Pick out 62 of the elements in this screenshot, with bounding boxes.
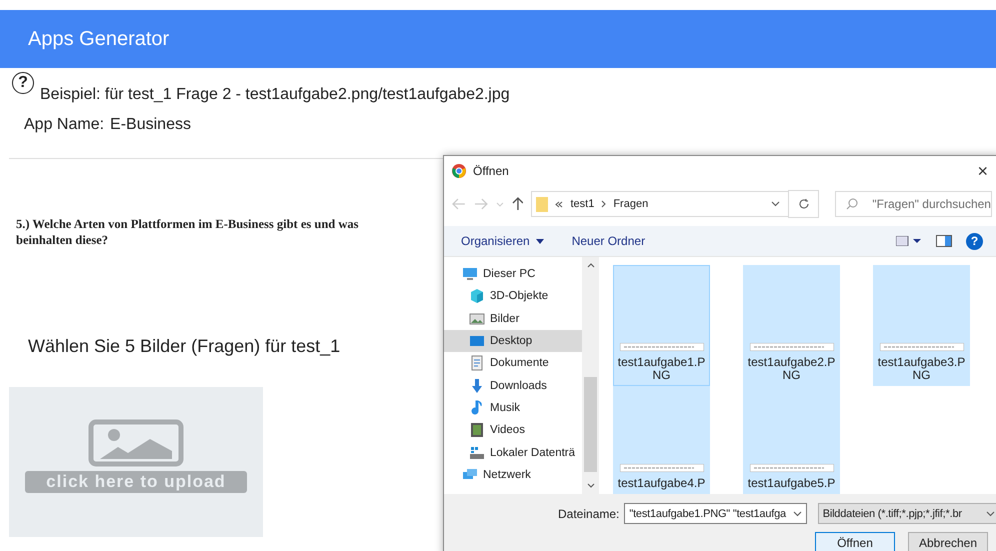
search-icon: [846, 198, 858, 210]
app-title: Apps Generator: [28, 28, 170, 50]
image-icon: [88, 419, 184, 468]
file-item[interactable]: test1aufgabe2.PNG: [743, 265, 840, 386]
chevron-icon: [792, 510, 802, 516]
dialog-button[interactable]: Abbrechen: [908, 532, 988, 551]
view-options-icon[interactable]: [896, 236, 922, 246]
nav-item[interactable]: Dokumente: [444, 352, 582, 374]
file-item[interactable]: test1aufgabe3.PNG: [873, 265, 970, 386]
toolbar-button[interactable]: Organisieren: [461, 234, 544, 248]
breadcrumb-item[interactable]: test1: [570, 198, 594, 210]
close-button[interactable]: ×: [977, 160, 988, 182]
nav-item[interactable]: Dieser PC: [444, 263, 582, 286]
folder-icon: [536, 196, 548, 212]
up-arrow-icon[interactable]: [512, 197, 524, 211]
help-icon[interactable]: ?: [12, 72, 34, 94]
nav-item[interactable]: Videos: [444, 419, 582, 442]
nav-item[interactable]: 3D-Objekte: [444, 285, 582, 308]
toolbar-button[interactable]: Neuer Ordner: [572, 234, 646, 248]
dialog-button[interactable]: Öffnen: [815, 532, 895, 551]
browser-logo-icon: [452, 164, 466, 178]
caret-icon: [536, 238, 544, 244]
double-chevron-icon: [555, 200, 564, 208]
nav-item[interactable]: Netzwerk: [444, 464, 582, 486]
scroll-down-icon[interactable]: [586, 483, 594, 488]
nav-item[interactable]: Desktop: [444, 330, 582, 352]
nav-item[interactable]: Lokaler Datenträ: [444, 441, 582, 464]
document-icon: [469, 355, 485, 372]
dialog-title: Öffnen: [473, 164, 510, 178]
file-item[interactable]: test1aufgabe4.P: [613, 386, 710, 494]
example-text: Beispiel: für test_1 Frage 2 - test1aufgabe2.png/test1aufgabe2.jpg: [40, 86, 510, 104]
computer-icon: [462, 266, 478, 282]
chevron-icon: [770, 201, 780, 207]
app-name-value: E-Business: [110, 116, 191, 135]
nav-item[interactable]: Musik: [444, 396, 582, 420]
chevron-icon: [986, 510, 995, 516]
picture-icon: [469, 310, 485, 327]
address-bar[interactable]: test1 Fragen: [531, 191, 789, 217]
search-field[interactable]: "Fragen" durchsuchen: [835, 191, 992, 217]
nav-item[interactable]: Bilder: [444, 308, 582, 330]
file-type-dropdown[interactable]: Bilddateien (*.tiff;*.pjp;*.jfif;*.br: [818, 503, 996, 524]
drive-icon: [469, 444, 485, 461]
preview-pane-icon[interactable]: [936, 235, 952, 247]
question-text: 5.) Welche Arten von Plattformen im E-Business gibt es und was beinhalten diese?: [16, 217, 360, 248]
breadcrumb-item[interactable]: Fragen: [613, 198, 648, 210]
prompt-text: Wählen Sie 5 Bilder (Fragen) für test_1: [28, 336, 340, 358]
nav-item[interactable]: Downloads: [444, 374, 582, 397]
scroll-up-icon[interactable]: [586, 263, 594, 268]
file-item[interactable]: test1aufgabe5.P: [743, 386, 840, 494]
film-icon: [469, 422, 485, 438]
filename-field[interactable]: "test1aufgabe1.PNG" "test1aufga: [624, 503, 807, 524]
app-name-label: App Name:: [24, 116, 104, 135]
download-icon: [469, 378, 485, 394]
refresh-icon: [798, 198, 810, 210]
chevron-right-icon: [601, 200, 606, 208]
filename-label: Dateiname:: [558, 506, 620, 520]
upload-label: click here to upload: [25, 471, 247, 494]
help-button[interactable]: ?: [966, 232, 983, 250]
scrollbar[interactable]: [582, 257, 599, 494]
file-item[interactable]: test1aufgabe1.PNG: [613, 265, 710, 386]
cube-icon: [469, 288, 485, 304]
refresh-button[interactable]: [788, 190, 820, 218]
